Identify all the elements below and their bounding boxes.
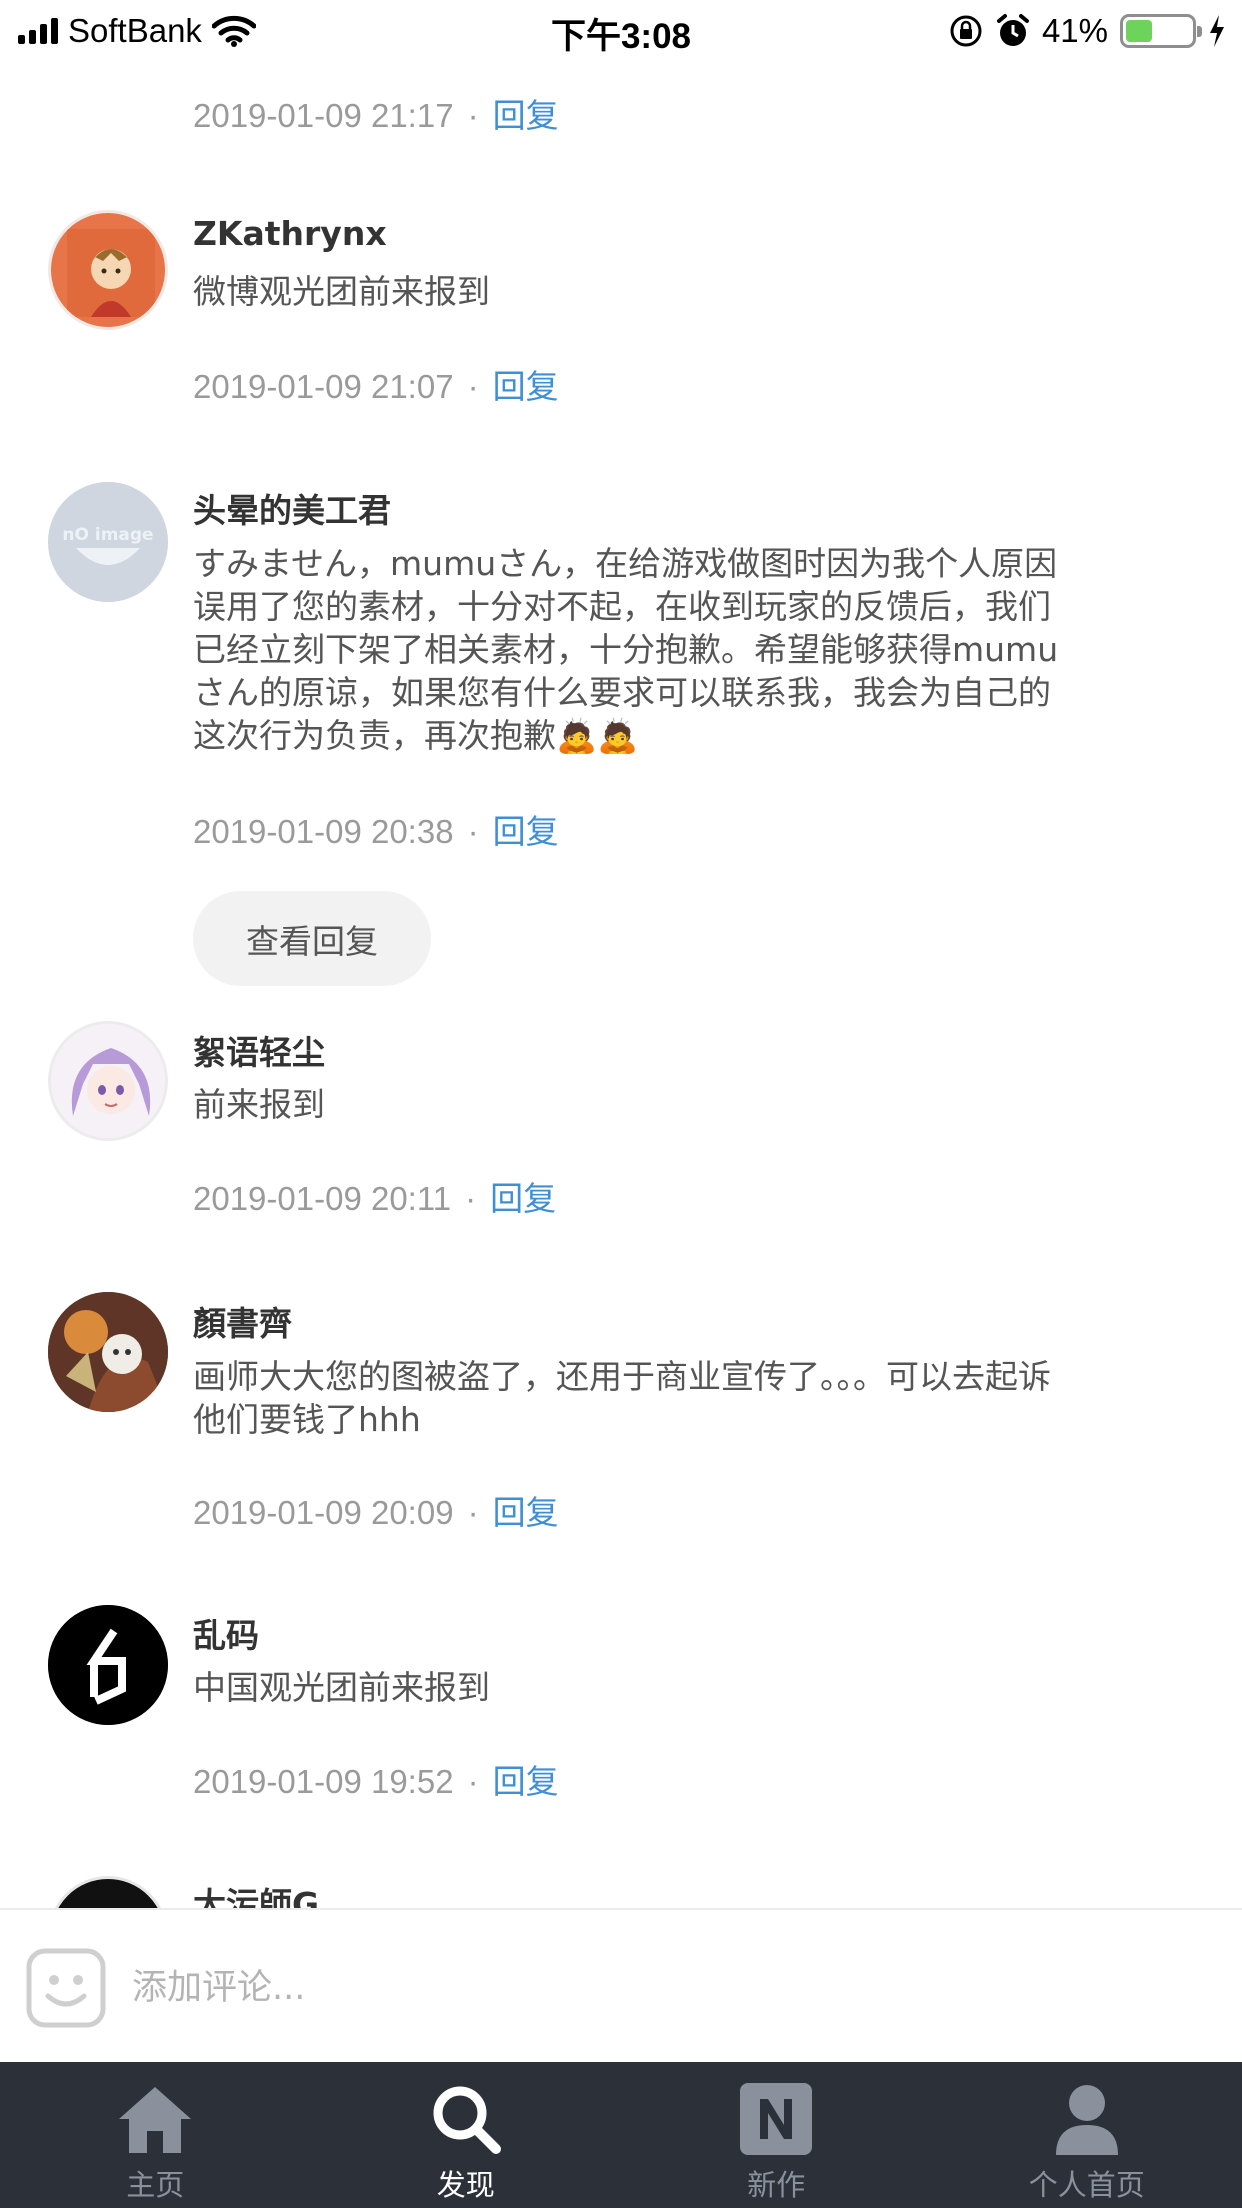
comment-date: 2019-01-09 20:38 [193,813,454,850]
search-icon [433,2086,501,2154]
battery-fill [1126,20,1153,42]
user-avatar[interactable] [48,1021,168,1141]
comment-meta: 2019-01-09 20:38 · 回复 [193,812,559,851]
view-replies-button[interactable]: 查看回复 [193,891,431,986]
rotation-lock-icon [950,15,982,47]
battery-icon [1120,14,1202,48]
reply-button[interactable]: 回复 [493,367,559,406]
charging-icon [1210,15,1224,47]
tab-label: 新作 [747,2168,806,2202]
tab-new-works[interactable]: 新作 [621,2062,932,2208]
comment-text: 画师大大您的图被盗了，还用于商业宣传了。。。可以去起诉他们要钱了hhh [193,1357,1051,1439]
comment-username[interactable]: 顏書齊 [193,1297,292,1345]
user-avatar[interactable] [48,1292,168,1412]
comment-text: 微博观光团前来报到 [193,272,490,311]
comment-input-bar [0,1908,1242,2062]
comments-page: SoftBank 下午3:08 41% 2019-01-09 21:17 · 回… [0,0,1242,2208]
tab-home[interactable]: 主页 [0,2062,311,2208]
comment-meta: 2019-01-09 20:09 · 回复 [193,1493,559,1532]
comment-date: 2019-01-09 19:52 [193,1763,454,1800]
tab-profile[interactable]: 个人首页 [932,2062,1242,2208]
comment-input[interactable] [132,1958,1212,2018]
no-image-text: nO image [62,525,153,545]
user-avatar[interactable] [48,210,168,330]
comment-meta: 2019-01-09 20:11 · 回复 [193,1179,557,1218]
comment-meta: 2019-01-09 19:52 · 回复 [193,1762,559,1801]
comment-text: すみません，mumuさん，在给游戏做图时因为我个人原因误用了您的素材，十分对不起… [193,544,1059,755]
tab-discover[interactable]: 发现 [311,2062,622,2208]
comment-date: 2019-01-09 20:11 [193,1180,452,1217]
user-avatar[interactable] [48,1605,168,1725]
battery-percent: 41% [1041,12,1108,49]
comment-username[interactable]: 乱码 [193,1609,259,1657]
tab-label: 个人首页 [1028,2168,1145,2202]
reply-button[interactable]: 回复 [493,1762,559,1801]
comment-meta: 2019-01-09 21:17 · 回复 [193,96,559,135]
comment-date: 2019-01-09 21:17 [193,97,454,134]
comment-text: 前来报到 [193,1085,325,1124]
comment-date: 2019-01-09 21:07 [193,368,454,405]
comment-text: 中国观光团前来报到 [193,1668,490,1707]
emoji-icon[interactable] [26,1948,106,2028]
reply-button[interactable]: 回复 [493,812,559,851]
reply-button[interactable]: 回复 [493,96,559,135]
alarm-icon [996,14,1029,46]
tab-label: 发现 [436,2168,495,2202]
comment-date: 2019-01-09 20:09 [193,1494,454,1531]
comment-username[interactable]: 絮语轻尘 [193,1026,325,1074]
status-right: 41% [948,10,1226,52]
comment-username[interactable]: 头晕的美工君 [193,484,391,532]
comment-meta: 2019-01-09 21:07 · 回复 [193,367,559,406]
new-works-icon [740,2083,813,2155]
bottom-tab-bar: 主页 发现 新作 个人首页 [0,2062,1242,2208]
tab-label: 主页 [126,2168,185,2202]
status-bar: SoftBank 下午3:08 41% [0,0,1242,62]
home-icon [119,2087,192,2153]
reply-button[interactable]: 回复 [493,1493,559,1532]
comment-username[interactable]: ZKathrynx [193,214,387,253]
profile-icon [1055,2085,1118,2155]
user-avatar[interactable]: nO image [48,482,168,602]
reply-button[interactable]: 回复 [490,1179,556,1218]
